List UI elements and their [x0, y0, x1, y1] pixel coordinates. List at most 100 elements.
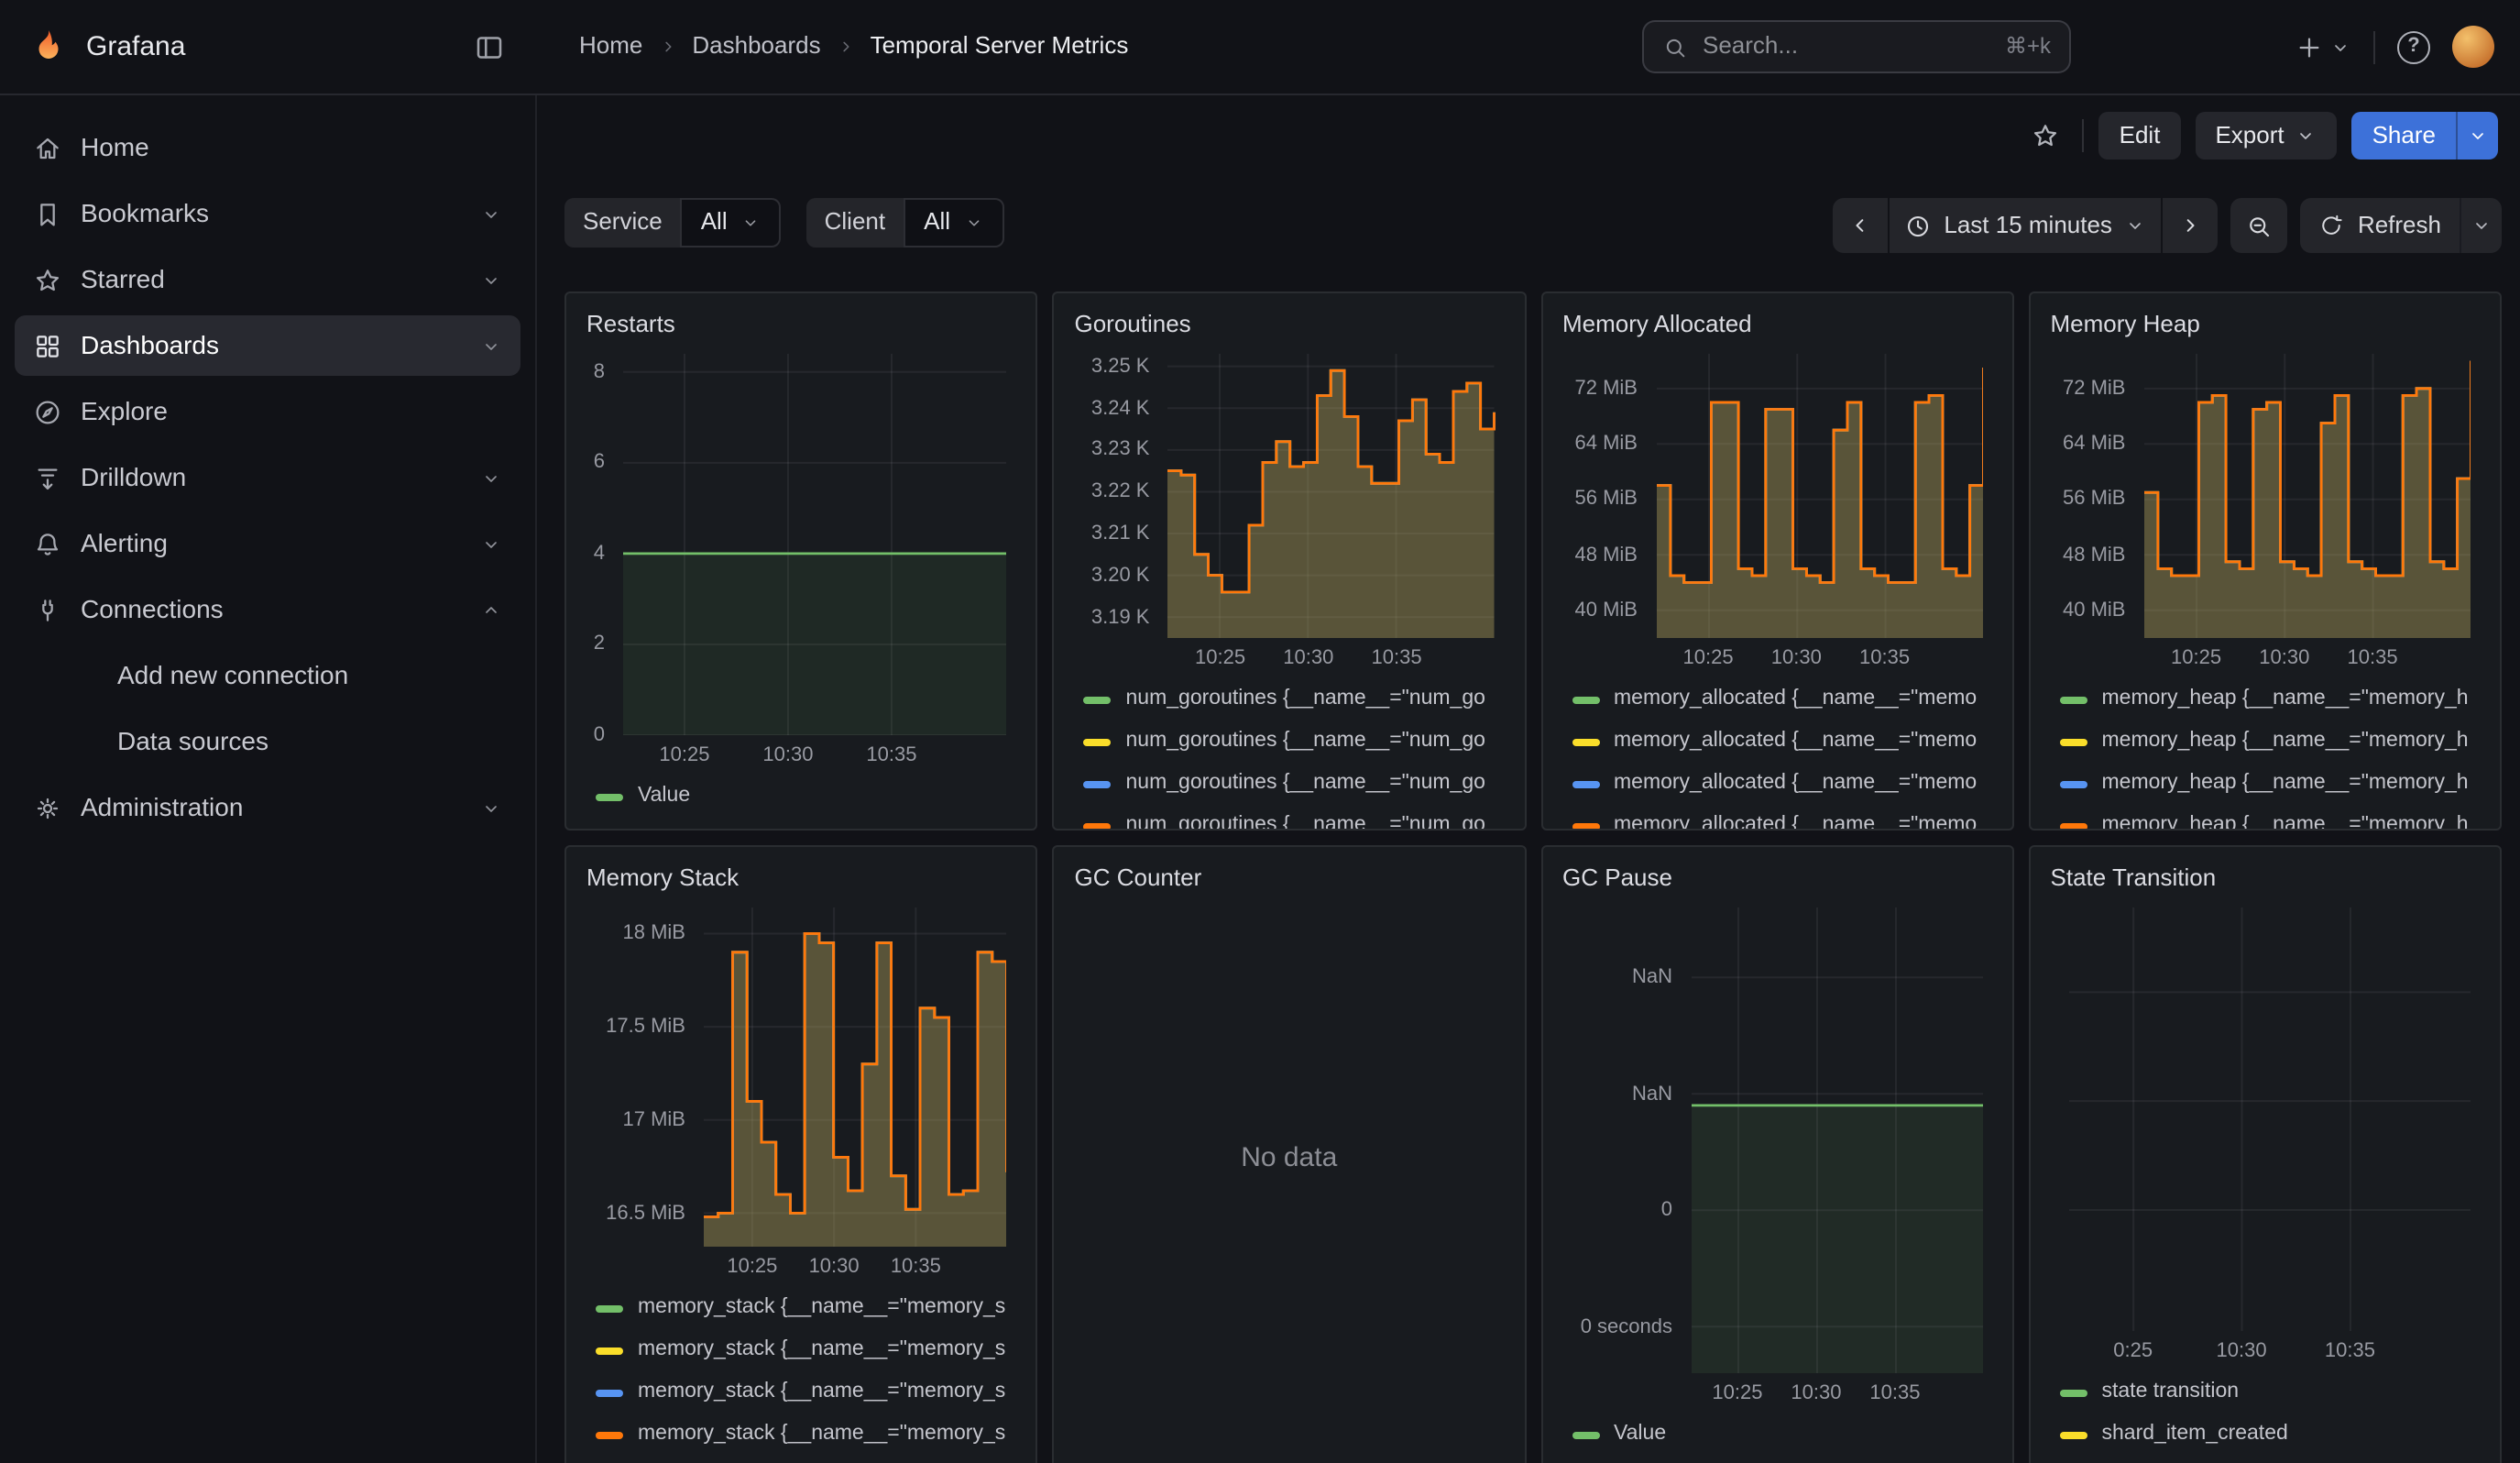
sidebar-item-administration[interactable]: Administration	[15, 777, 520, 838]
sidebar-item-home[interactable]: Home	[15, 117, 520, 178]
legend-label: memory_allocated {__name__="memo	[1614, 686, 1977, 713]
legend-item[interactable]: Value	[1572, 1414, 1992, 1456]
panel-title[interactable]: Memory Stack	[586, 860, 1016, 900]
legend-item[interactable]: state transition	[2060, 1371, 2481, 1414]
legend-item[interactable]: num_goroutines {__name__="num_go	[1084, 720, 1505, 763]
sidebar-toggle-button[interactable]	[467, 25, 511, 69]
user-avatar[interactable]	[2452, 26, 2494, 68]
sidebar-item-starred[interactable]: Starred	[15, 249, 520, 310]
x-axis: 10:2510:3010:35	[1562, 1373, 1992, 1410]
chevron-down-icon[interactable]	[480, 533, 502, 555]
panel-title[interactable]: GC Pause	[1562, 860, 1992, 900]
search-box: ⌘+k	[1642, 20, 2071, 73]
variable-value-dropdown[interactable]: All	[681, 198, 781, 248]
new-menu-button[interactable]	[2287, 21, 2359, 72]
chart-area	[2051, 908, 2481, 1331]
sidebar: HomeBookmarksStarred Dashboards Explore Dri…	[0, 95, 537, 1463]
export-button[interactable]: Export	[2195, 112, 2337, 160]
help-button[interactable]: ?	[2390, 21, 2438, 72]
plot-region[interactable]	[2144, 354, 2471, 638]
sidebar-item-dashboards[interactable]: Dashboards	[15, 315, 520, 376]
legend-item[interactable]: memory_heap {__name__="memory_h	[2060, 678, 2481, 720]
plot-region[interactable]	[1691, 908, 1983, 1373]
y-axis-label: 6	[586, 452, 605, 474]
legend-color-marker	[596, 1304, 623, 1312]
legend-item[interactable]: memory_allocated {__name__="memo	[1572, 720, 1992, 763]
chevron-down-icon[interactable]	[480, 269, 502, 291]
legend-item[interactable]: Value	[596, 776, 1016, 818]
share-dropdown-button[interactable]	[2456, 112, 2498, 160]
sidebar-item-add-new-connection[interactable]: Add new connection	[15, 645, 520, 706]
plot-region[interactable]	[2069, 908, 2471, 1331]
sidebar-item-bookmarks[interactable]: Bookmarks	[15, 183, 520, 244]
panel-title[interactable]: Memory Allocated	[1562, 306, 1992, 346]
sidebar-item-drilldown[interactable]: Drilldown	[15, 447, 520, 508]
legend-item[interactable]: num_goroutines {__name__="num_go	[1084, 805, 1505, 829]
sidebar-item-explore[interactable]: Explore	[15, 381, 520, 442]
search-input[interactable]	[1703, 31, 1990, 62]
breadcrumb-item-dashboards[interactable]: Dashboards	[683, 28, 829, 66]
zoom-out-button[interactable]	[2231, 198, 2288, 253]
x-axis-label: 10:35	[891, 1254, 941, 1281]
legend-item[interactable]: memory_stack {__name__="memory_s	[596, 1287, 1016, 1329]
legend-item[interactable]: memory_stack {__name__="memory_s	[596, 1371, 1016, 1414]
grafana-app: Grafana HomeDashboardsTemporal Server Me…	[0, 0, 2520, 1463]
y-axis-label: 3.21 K	[1075, 522, 1150, 544]
chevron-down-icon[interactable]	[480, 203, 502, 225]
panel-restarts: Restarts8642010:2510:3010:35Value	[564, 292, 1038, 830]
legend-item[interactable]: num_goroutines {__name__="num_go	[1084, 678, 1505, 720]
legend-item[interactable]: memory_heap {__name__="memory_h	[2060, 763, 2481, 805]
time-range-forward-button[interactable]	[2164, 198, 2219, 253]
legend-item[interactable]: num_goroutines {__name__="num_go	[1084, 763, 1505, 805]
chevron-down-icon[interactable]	[480, 335, 502, 357]
refresh-button[interactable]: Refresh	[2301, 198, 2460, 253]
chevron-down-icon[interactable]	[480, 467, 502, 489]
sidebar-item-data-sources[interactable]: Data sources	[15, 711, 520, 772]
plot-region[interactable]	[623, 354, 1007, 735]
favorite-dashboard-button[interactable]	[2024, 112, 2068, 160]
sidebar-item-alerting[interactable]: Alerting	[15, 513, 520, 574]
time-range-back-button[interactable]	[1832, 198, 1887, 253]
share-button[interactable]: Share	[2352, 112, 2456, 160]
time-controls: Last 15 minutes Refresh	[1832, 198, 2502, 253]
legend-item[interactable]: memory_stack {__name__="memory_s	[596, 1329, 1016, 1371]
legend-label: memory_heap {__name__="memory_h	[2102, 728, 2469, 755]
panel-title[interactable]: Memory Heap	[2051, 306, 2481, 346]
legend-item[interactable]: memory_allocated {__name__="memo	[1572, 678, 1992, 720]
legend-item[interactable]: shard_item_created	[2060, 1414, 2481, 1456]
panel-title[interactable]: Goroutines	[1075, 306, 1505, 346]
breadcrumb-item-home[interactable]: Home	[570, 28, 652, 66]
panel-title[interactable]: State Transition	[2051, 860, 2481, 900]
plus-icon	[2295, 32, 2324, 61]
export-label: Export	[2215, 120, 2284, 151]
plot-region[interactable]	[704, 908, 1007, 1247]
top-nav: Grafana HomeDashboardsTemporal Server Me…	[0, 0, 2520, 95]
chart-area: 72 MiB64 MiB56 MiB48 MiB40 MiB	[1562, 354, 1992, 638]
chart-area: 18 MiB17.5 MiB17 MiB16.5 MiB	[586, 908, 1016, 1247]
x-axis-label: 10:30	[1283, 645, 1333, 672]
refresh-interval-dropdown[interactable]	[2460, 198, 2502, 253]
chevron-up-icon[interactable]	[480, 599, 502, 621]
sidebar-item-connections[interactable]: Connections	[15, 579, 520, 640]
plot-region[interactable]	[1656, 354, 1983, 638]
y-axis-label: 40 MiB	[1562, 600, 1638, 622]
time-range-picker[interactable]: Last 15 minutes	[1889, 198, 2162, 253]
panel-title[interactable]: GC Counter	[1075, 860, 1505, 900]
chevron-down-icon[interactable]	[480, 797, 502, 819]
edit-button[interactable]: Edit	[2099, 112, 2181, 160]
legend-item[interactable]: memory_allocated {__name__="memo	[1572, 763, 1992, 805]
variable-value: All	[701, 207, 728, 238]
variable-value-dropdown[interactable]: All	[904, 198, 1003, 248]
body-row: HomeBookmarksStarred Dashboards Explore Dri…	[0, 95, 2520, 1463]
plot-region[interactable]	[1168, 354, 1496, 638]
sidebar-item-label: Explore	[81, 395, 168, 428]
sidebar-item-label: Dashboards	[81, 329, 219, 362]
legend-item[interactable]: memory_heap {__name__="memory_h	[2060, 805, 2481, 829]
legend-item[interactable]: memory_stack {__name__="memory_s	[596, 1414, 1016, 1456]
legend-item[interactable]: memory_heap {__name__="memory_h	[2060, 720, 2481, 763]
legend-item[interactable]: memory_allocated {__name__="memo	[1572, 805, 1992, 829]
sidebar-item-label: Drilldown	[81, 461, 186, 494]
bell-icon	[33, 529, 62, 558]
panel-goroutines: Goroutines3.25 K3.24 K3.23 K3.22 K3.21 K…	[1053, 292, 1527, 830]
panel-title[interactable]: Restarts	[586, 306, 1016, 346]
